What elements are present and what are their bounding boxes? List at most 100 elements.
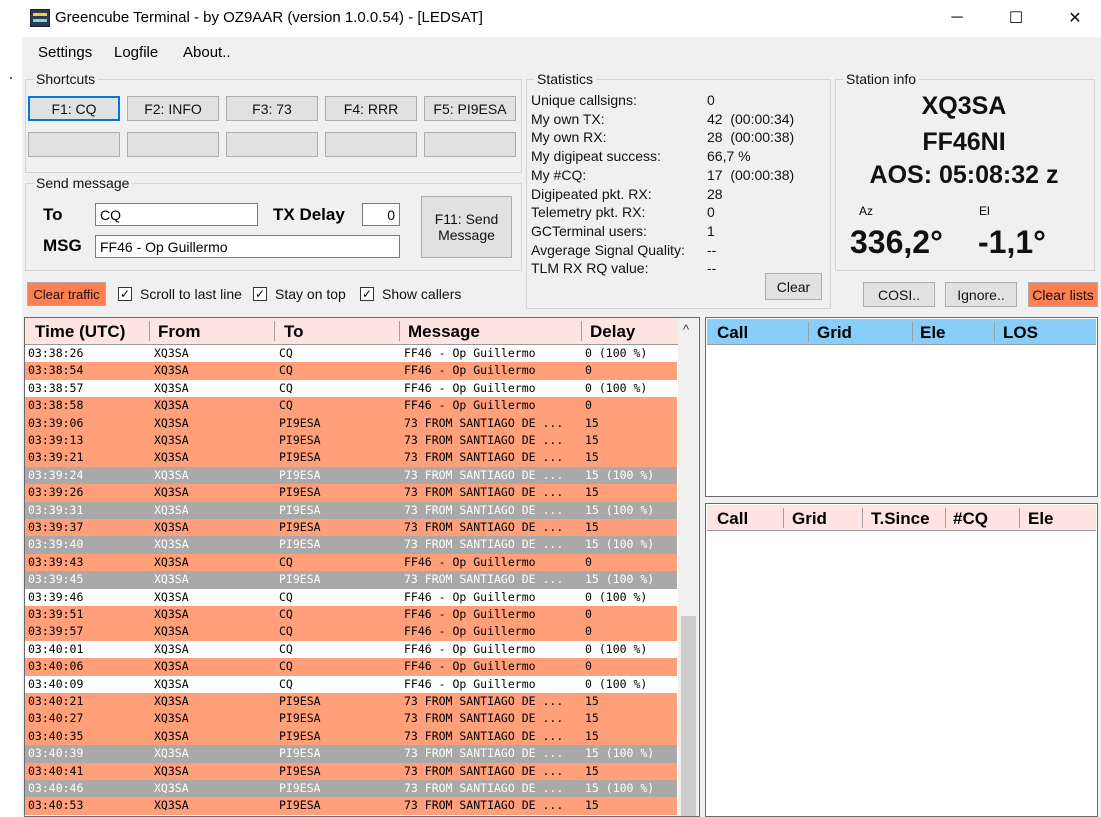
cell-to: CQ [279,589,293,604]
ignore-button[interactable]: Ignore.. [945,282,1017,307]
traffic-row[interactable]: 03:39:46 XQ3SA CQ FF46 - Op Guillermo 0 (100… [25,588,677,606]
traffic-row[interactable]: 03:39:37 XQ3SA PI9ESA 73 FROM SANTIAGO DE .… [25,519,677,537]
traffic-grid[interactable]: Time (UTC) From To Message Delay 03:38:2… [24,317,700,817]
cq-list[interactable]: Call Grid T.Since #CQ Ele [705,503,1098,817]
traffic-scrollbar[interactable]: ^ [678,318,699,816]
traffic-row[interactable]: 03:39:40 XQ3SA PI9ESA 73 FROM SANTIAGO DE .… [25,536,677,554]
menu-settings[interactable]: Settings [38,44,92,61]
stray-dot [10,77,12,79]
statistics-clear-button[interactable]: Clear [765,273,822,300]
cell-msg: FF46 - Op Guillermo [404,346,536,360]
menu-logfile[interactable]: Logfile [114,44,158,61]
traffic-row[interactable]: 03:39:43 XQ3SA CQ FF46 - Op Guillermo 0 [25,553,677,572]
cell-time: 03:39:13 [28,433,84,447]
traffic-row[interactable]: 03:39:24 XQ3SA PI9ESA 73 FROM SANTIAGO DE .… [25,466,677,485]
shortcut-f10-button[interactable] [424,132,516,157]
traffic-row[interactable]: 03:39:26 XQ3SA PI9ESA 73 FROM SANTIAGO DE .… [25,484,677,502]
traffic-row[interactable]: 03:40:09 XQ3SA CQ FF46 - Op Guillermo 0 (100… [25,675,677,693]
send-message-button[interactable]: F11: Send Message [421,196,512,258]
cosi-button[interactable]: COSI.. [863,282,935,307]
minimize-button[interactable]: ─ [934,0,980,36]
cell-from: XQ3SA [154,554,189,569]
shortcut-f4-button[interactable]: F4: RRR [325,96,417,121]
traffic-row[interactable]: 03:39:13 XQ3SA PI9ESA 73 FROM SANTIAGO DE .… [25,432,677,450]
cell-msg: 73 FROM SANTIAGO DE ... [404,798,564,813]
cell-from: XQ3SA [154,676,189,691]
cq-list-header: Call Grid T.Since #CQ Ele [707,505,1096,531]
traffic-row[interactable]: 03:40:21 XQ3SA PI9ESA 73 FROM SANTIAGO DE .… [25,693,677,711]
scrollbar-thumb[interactable] [681,616,696,816]
stat-label: Digipeated pkt. RX: [531,185,652,202]
traffic-row[interactable]: 03:38:26 XQ3SA CQ FF46 - Op Guillermo 0 (100… [25,345,677,363]
header-ele[interactable]: Ele [1028,509,1054,529]
clear-traffic-button[interactable]: Clear traffic [27,282,106,306]
traffic-row[interactable]: 03:38:57 XQ3SA CQ FF46 - Op Guillermo 0 (100… [25,379,677,398]
header-separator [783,508,784,528]
header-cq-count[interactable]: #CQ [953,509,988,529]
traffic-row[interactable]: 03:40:46 XQ3SA PI9ESA 73 FROM SANTIAGO DE .… [25,780,677,798]
traffic-row[interactable]: 03:40:27 XQ3SA PI9ESA 73 FROM SANTIAGO DE .… [25,710,677,728]
shortcut-f1-button[interactable]: F1: CQ [28,96,120,121]
shortcut-f7-button[interactable] [127,132,219,157]
stat-label: My own TX: [531,110,605,127]
scroll-to-last-line-checkbox[interactable]: ✓ [118,287,132,301]
close-button[interactable]: ✕ [1052,0,1098,36]
cell-from: XQ3SA [154,781,189,795]
shortcut-f9-button[interactable] [325,132,417,157]
header-t-since[interactable]: T.Since [871,509,930,529]
header-call[interactable]: Call [717,509,748,529]
cell-msg: FF46 - Op Guillermo [404,398,536,413]
show-callers-checkbox[interactable]: ✓ [360,287,374,301]
cell-time: 03:39:37 [28,520,84,534]
cell-delay: 0 [585,398,592,413]
header-separator [581,321,582,341]
header-grid[interactable]: Grid [817,323,852,343]
header-from[interactable]: From [158,322,201,342]
header-message[interactable]: Message [408,322,480,342]
traffic-row[interactable]: 03:39:51 XQ3SA CQ FF46 - Op Guillermo 0 [25,606,677,624]
shortcut-f5-button[interactable]: F5: PI9ESA [424,96,516,121]
traffic-row[interactable]: 03:40:35 XQ3SA PI9ESA 73 FROM SANTIAGO DE .… [25,727,677,746]
header-time[interactable]: Time (UTC) [35,322,125,342]
send-button-line1: F11: Send [434,211,499,227]
traffic-row[interactable]: 03:40:06 XQ3SA CQ FF46 - Op Guillermo 0 [25,658,677,676]
cell-to: PI9ESA [279,798,321,813]
msg-input[interactable]: FF46 - Op Guillermo [95,235,400,258]
traffic-row[interactable]: 03:39:21 XQ3SA PI9ESA 73 FROM SANTIAGO DE .… [25,449,677,467]
header-los[interactable]: LOS [1003,323,1038,343]
header-call[interactable]: Call [717,323,748,343]
shortcut-f8-button[interactable] [226,132,318,157]
callers-list[interactable]: Call Grid Ele LOS [705,317,1098,497]
stay-on-top-checkbox[interactable]: ✓ [253,287,267,301]
traffic-row[interactable]: 03:39:45 XQ3SA PI9ESA 73 FROM SANTIAGO DE .… [25,571,677,589]
traffic-row[interactable]: 03:39:06 XQ3SA PI9ESA 73 FROM SANTIAGO DE .… [25,414,677,432]
cell-delay: 0 [585,624,592,639]
shortcut-f6-button[interactable] [28,132,120,157]
header-grid[interactable]: Grid [792,509,827,529]
tx-delay-input[interactable]: 0 [362,203,400,226]
cell-time: 03:40:09 [28,676,84,691]
to-input[interactable]: CQ [95,203,258,226]
cell-from: XQ3SA [154,450,189,465]
header-ele[interactable]: Ele [920,323,946,343]
shortcut-f3-button[interactable]: F3: 73 [226,96,318,121]
stat-value: -- [707,260,717,277]
cell-msg: 73 FROM SANTIAGO DE ... [404,433,564,447]
traffic-row[interactable]: 03:40:41 XQ3SA PI9ESA 73 FROM SANTIAGO DE .… [25,762,677,780]
menu-about[interactable]: About.. [183,44,231,61]
traffic-row[interactable]: 03:39:31 XQ3SA PI9ESA 73 FROM SANTIAGO DE .… [25,501,677,519]
maximize-button[interactable]: ☐ [993,0,1039,36]
header-delay[interactable]: Delay [590,322,635,342]
traffic-row[interactable]: 03:40:39 XQ3SA PI9ESA 73 FROM SANTIAGO DE .… [25,745,677,763]
traffic-row[interactable]: 03:38:58 XQ3SA CQ FF46 - Op Guillermo 0 [25,397,677,415]
scroll-up-icon[interactable]: ^ [683,322,689,337]
shortcut-f2-button[interactable]: F2: INFO [127,96,219,121]
header-to[interactable]: To [284,322,304,342]
traffic-row[interactable]: 03:40:53 XQ3SA PI9ESA 73 FROM SANTIAGO DE .… [25,797,677,815]
cell-msg: 73 FROM SANTIAGO DE ... [404,485,564,500]
cell-time: 03:38:58 [28,398,84,413]
traffic-row[interactable]: 03:38:54 XQ3SA CQ FF46 - Op Guillermo 0 [25,362,677,380]
clear-lists-button[interactable]: Clear lists [1028,282,1098,307]
traffic-row[interactable]: 03:39:57 XQ3SA CQ FF46 - Op Guillermo 0 [25,623,677,641]
traffic-row[interactable]: 03:40:01 XQ3SA CQ FF46 - Op Guillermo 0 (100… [25,640,677,659]
